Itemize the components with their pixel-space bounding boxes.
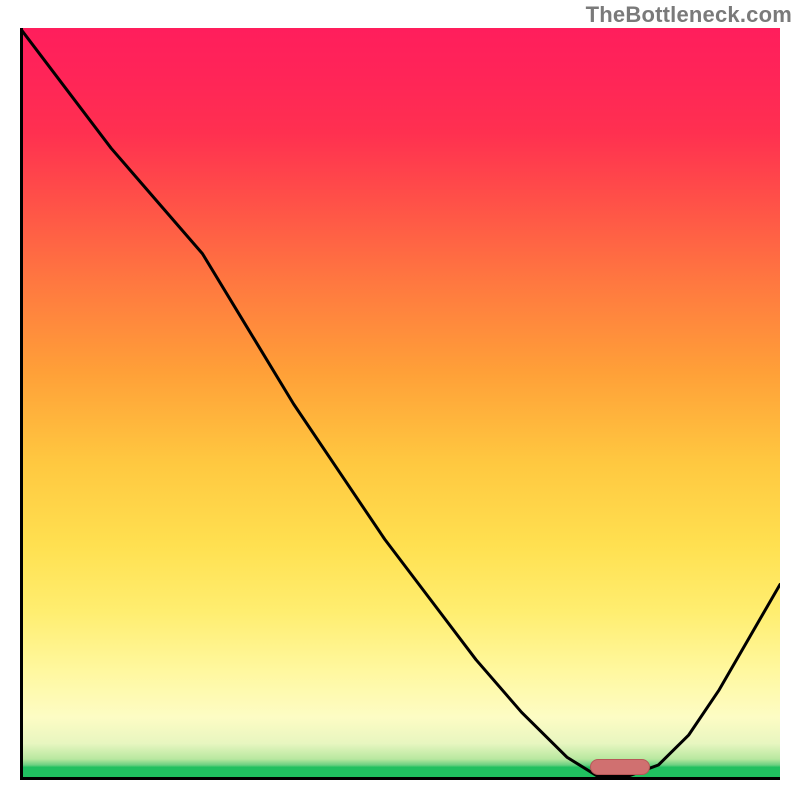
chart-container: TheBottleneck.com [0, 0, 800, 800]
optimal-zone-marker [590, 759, 650, 775]
plot-area [20, 28, 780, 780]
watermark-text: TheBottleneck.com [586, 2, 792, 28]
axes [20, 28, 780, 780]
